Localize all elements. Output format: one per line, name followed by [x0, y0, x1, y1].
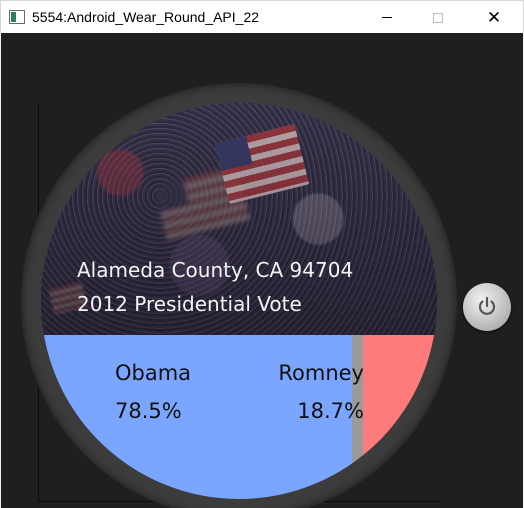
minimize-button[interactable] — [364, 1, 410, 34]
minimize-icon — [382, 17, 392, 18]
romney-label: Romney — [278, 361, 364, 385]
power-icon — [478, 296, 496, 315]
obama-percent: 78.5% — [115, 399, 182, 423]
emulator-skin: Alameda County, CA 94704 2012 Presidenti… — [1, 33, 523, 508]
watch-screen[interactable]: Alameda County, CA 94704 2012 Presidenti… — [41, 103, 437, 499]
close-icon: ✕ — [486, 7, 502, 28]
app-icon — [9, 10, 25, 24]
flag-image — [214, 124, 310, 204]
title-bar: 5554:Android_Wear_Round_API_22 ✕ — [0, 0, 524, 33]
vote-share-bar: Obama 78.5% Romney 18.7% — [41, 335, 437, 499]
maximize-button[interactable] — [415, 1, 461, 34]
romney-segment — [363, 335, 437, 499]
romney-percent: 18.7% — [297, 399, 364, 423]
close-button[interactable]: ✕ — [471, 1, 517, 34]
window-title: 5554:Android_Wear_Round_API_22 — [32, 9, 260, 25]
maximize-icon — [433, 12, 443, 23]
location-label: Alameda County, CA 94704 — [77, 258, 354, 282]
obama-label: Obama — [115, 361, 192, 385]
election-label: 2012 Presidential Vote — [77, 292, 302, 316]
flag-image — [153, 165, 251, 241]
power-button[interactable] — [463, 283, 511, 331]
